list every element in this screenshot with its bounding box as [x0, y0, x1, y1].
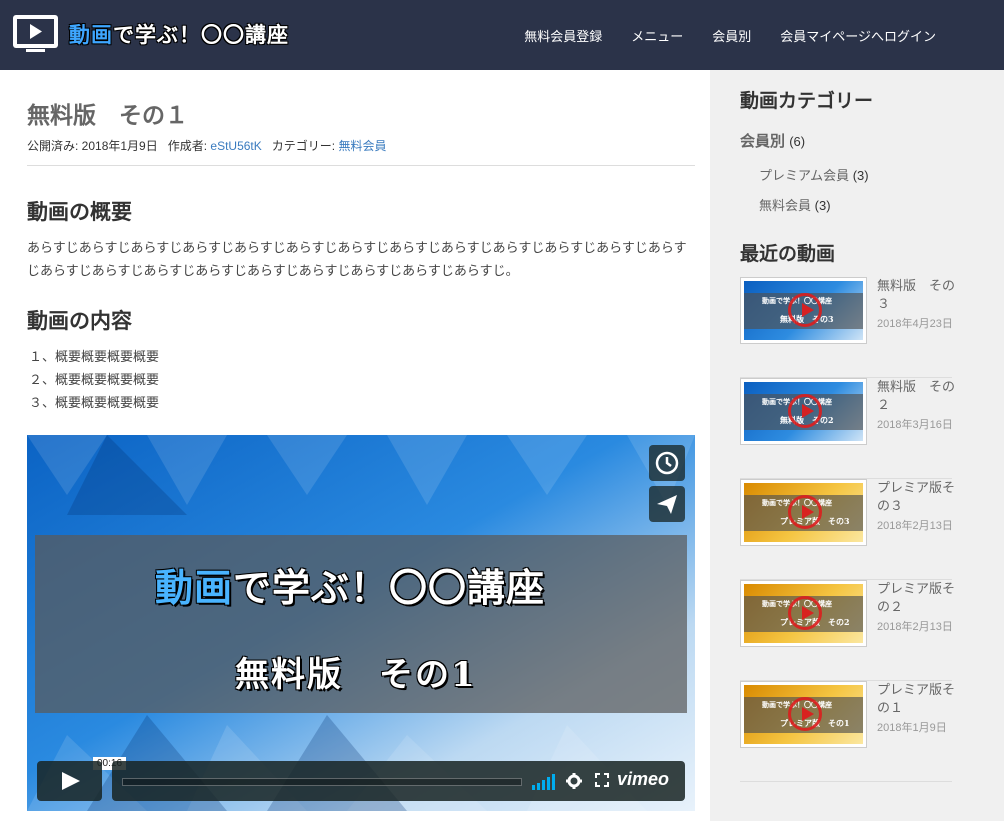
video-title-banner: 動画で学ぶ！〇〇講座 無料版 その1	[35, 535, 687, 713]
watch-later-button[interactable]	[649, 445, 685, 481]
play-icon	[62, 772, 80, 790]
category-item[interactable]: 無料会員 (3)	[759, 195, 831, 214]
post-title: 無料版 その１	[27, 102, 188, 128]
control-bar: vimeo	[112, 761, 685, 801]
recent-thumbnail[interactable]: 動画で学ぶ！〇〇講座 プレミア版 その3	[740, 479, 867, 546]
post-meta: 公開済み: 2018年1月9日 作成者: eStU56tK カテゴリー: 無料会…	[27, 137, 386, 154]
divider	[27, 165, 695, 166]
send-icon	[657, 495, 677, 514]
category-count: (3)	[814, 198, 831, 213]
meta-category-link[interactable]: 無料会員	[338, 139, 386, 153]
nav-free-signup[interactable]: 無料会員登録	[524, 26, 602, 45]
play-icon	[788, 293, 822, 327]
meta-published-date: 2018年1月9日	[81, 139, 158, 153]
banner-title: 動画で学ぶ！〇〇講座	[155, 557, 545, 612]
category-parent-label[interactable]: 会員別	[740, 133, 785, 150]
clock-icon	[655, 451, 679, 475]
category-count: (3)	[852, 168, 869, 183]
section-heading-content: 動画の内容	[27, 310, 132, 333]
main-nav: 無料会員登録 メニュー 会員別 会員マイページへログイン	[495, 26, 936, 45]
recent-thumbnail[interactable]: 動画で学ぶ！〇〇講座 無料版 その3	[740, 277, 867, 344]
recent-title[interactable]: 無料版 その３	[877, 277, 955, 313]
progress-track[interactable]	[122, 778, 522, 786]
list-item: ３、概要概要概要概要	[29, 395, 160, 410]
category-item[interactable]: プレミアム会員 (3)	[759, 165, 869, 184]
section-heading-summary: 動画の概要	[27, 201, 132, 224]
category-count: (6)	[789, 134, 806, 149]
site-title[interactable]: 動画で学ぶ！〇〇講座	[69, 19, 289, 49]
recent-title[interactable]: プレミア版その３	[877, 479, 955, 515]
list-item: １、概要概要概要概要	[29, 349, 160, 364]
recent-thumbnail[interactable]: 動画で学ぶ！〇〇講座 プレミア版 その1	[740, 681, 867, 748]
nav-login[interactable]: 会員マイページへログイン	[780, 26, 936, 45]
recent-item[interactable]: 動画で学ぶ！〇〇講座 無料版 その2 無料版 その２ 2018年3月16日	[740, 378, 955, 479]
summary-text: あらすじあらすじあらすじあらすじあらすじあらすじあらすじあらすじあらすじあらすじ…	[27, 240, 687, 278]
video-controls: vimeo	[37, 761, 685, 801]
site-title-highlight: 動画	[69, 22, 113, 47]
site-header: 動画で学ぶ！〇〇講座 無料会員登録 メニュー 会員別 会員マイページへログイン	[0, 0, 1004, 70]
site-title-rest: で学ぶ！〇〇講座	[113, 22, 289, 47]
content-list: １、概要概要概要概要 ２、概要概要概要概要 ３、概要概要概要概要	[29, 345, 159, 414]
recent-date: 2018年1月9日	[877, 722, 947, 734]
recent-heading: 最近の動画	[740, 244, 836, 265]
play-icon	[788, 596, 822, 630]
play-button[interactable]	[37, 761, 102, 801]
recent-title[interactable]: 無料版 その２	[877, 378, 955, 414]
recent-date: 2018年2月13日	[877, 520, 953, 532]
meta-published-label: 公開済み:	[27, 139, 82, 153]
video-screen-icon[interactable]	[12, 14, 59, 52]
recent-item[interactable]: 動画で学ぶ！〇〇講座 無料版 その3 無料版 その３ 2018年4月23日	[740, 277, 955, 378]
fullscreen-icon[interactable]	[595, 773, 609, 787]
list-item: ２、概要概要概要概要	[29, 372, 160, 387]
vimeo-logo[interactable]: vimeo	[617, 769, 669, 790]
main-content: 無料版 その１ 公開済み: 2018年1月9日 作成者: eStU56tK カテ…	[0, 70, 710, 821]
banner-title-rest: で学ぶ！〇〇講座	[233, 565, 546, 610]
recent-item[interactable]: 動画で学ぶ！〇〇講座 プレミア版 その2 プレミア版その２ 2018年2月13日	[740, 580, 955, 681]
meta-author-label: 作成者:	[167, 139, 211, 153]
category-item-label[interactable]: 無料会員	[759, 198, 811, 213]
recent-thumbnail[interactable]: 動画で学ぶ！〇〇講座 プレミア版 その2	[740, 580, 867, 647]
video-player[interactable]: 動画で学ぶ！〇〇講座 無料版 その1 00:16 vimeo	[27, 435, 695, 811]
share-button[interactable]	[649, 486, 685, 522]
category-item-label[interactable]: プレミアム会員	[759, 168, 849, 183]
meta-author-link[interactable]: eStU56tK	[210, 139, 261, 153]
gear-icon[interactable]	[566, 773, 582, 789]
banner-title-highlight: 動画	[155, 565, 234, 610]
recent-title[interactable]: プレミア版その２	[877, 580, 955, 616]
play-icon	[788, 495, 822, 529]
category-parent[interactable]: 会員別 (6)	[740, 130, 805, 151]
recent-date: 2018年3月16日	[877, 419, 953, 431]
categories-heading: 動画カテゴリー	[740, 91, 874, 112]
recent-item[interactable]: 動画で学ぶ！〇〇講座 プレミア版 その3 プレミア版その３ 2018年2月13日	[740, 479, 955, 580]
recent-title[interactable]: プレミア版その１	[877, 681, 955, 717]
volume-icon[interactable]	[532, 774, 556, 790]
recent-date: 2018年2月13日	[877, 621, 953, 633]
recent-thumbnail[interactable]: 動画で学ぶ！〇〇講座 無料版 その2	[740, 378, 867, 445]
nav-menu[interactable]: メニュー	[631, 26, 683, 45]
recent-date: 2018年4月23日	[877, 318, 953, 330]
play-icon	[788, 394, 822, 428]
nav-by-member[interactable]: 会員別	[712, 26, 751, 45]
recent-item[interactable]: 動画で学ぶ！〇〇講座 プレミア版 その1 プレミア版その１ 2018年1月9日	[740, 681, 955, 782]
meta-category-label: カテゴリー:	[271, 139, 339, 153]
banner-subtitle: 無料版 その1	[235, 655, 477, 695]
play-icon	[788, 697, 822, 731]
